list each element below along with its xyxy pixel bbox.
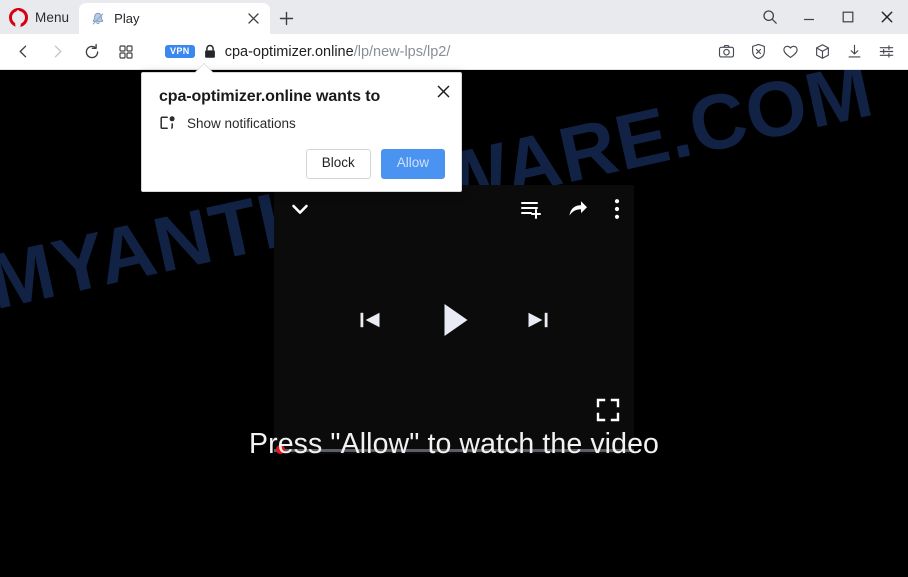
opera-logo-icon (9, 7, 28, 31)
heart-icon[interactable] (774, 37, 806, 67)
browser-window: Menu Play VPN cpa-optimizer.online/lp/ne… (0, 0, 908, 577)
chevron-left-icon (19, 45, 27, 58)
address-path: /lp/new-lps/lp2/ (353, 43, 451, 60)
window-close-icon (881, 11, 892, 23)
play-icon[interactable] (433, 299, 475, 341)
tab-strip-spacer (302, 0, 750, 34)
easy-setup-sliders-icon[interactable] (870, 37, 902, 67)
window-controls (750, 0, 908, 34)
minimize-button[interactable] (789, 0, 828, 34)
adblock-shield-icon[interactable] (742, 37, 774, 67)
toolbar-actions (710, 37, 908, 67)
chevron-down-icon[interactable] (287, 196, 313, 222)
video-player[interactable] (274, 185, 634, 454)
dialog-close-icon[interactable] (434, 82, 452, 100)
search-tabs-button[interactable] (750, 0, 789, 34)
previous-track-icon[interactable] (356, 306, 384, 334)
downloads-icon[interactable] (838, 37, 870, 67)
opera-menu-button[interactable]: Menu (0, 0, 79, 34)
back-button[interactable] (8, 37, 39, 67)
chevron-right-icon (54, 45, 62, 58)
maximize-icon (842, 11, 853, 23)
reload-icon (85, 43, 98, 58)
opera-menu-label: Menu (35, 9, 70, 25)
dialog-actions: Block Allow (159, 149, 445, 180)
vpn-badge[interactable]: VPN (165, 45, 195, 58)
notification-permission-dialog: cpa-optimizer.online wants to Show notif… (141, 62, 462, 193)
address-text: cpa-optimizer.online/lp/new-lps/lp2/ (225, 44, 702, 60)
permission-label: Show notifications (187, 116, 296, 132)
search-icon (762, 10, 777, 24)
tab-close-icon[interactable] (244, 10, 262, 28)
tab-title: Play (114, 11, 140, 26)
tab-strip: Menu Play (0, 0, 908, 34)
crypto-wallet-cube-icon[interactable] (806, 37, 838, 67)
grid-squares-icon (118, 44, 133, 59)
share-arrow-icon[interactable] (567, 198, 589, 220)
player-top-controls (274, 185, 634, 233)
allow-button[interactable]: Allow (380, 149, 445, 180)
player-transport-controls (274, 299, 634, 341)
bell-favicon-icon (90, 11, 106, 27)
browser-tab-play[interactable]: Play (79, 3, 271, 34)
navigation-toolbar: VPN cpa-optimizer.online/lp/new-lps/lp2/ (0, 34, 908, 70)
close-window-button[interactable] (867, 0, 906, 34)
more-vertical-dots-icon[interactable] (614, 198, 620, 220)
reload-button[interactable] (76, 37, 107, 67)
address-bar[interactable]: VPN cpa-optimizer.online/lp/new-lps/lp2/ (157, 38, 702, 66)
new-tab-button[interactable] (270, 3, 302, 34)
add-to-queue-icon[interactable] (520, 198, 542, 220)
plus-icon (279, 11, 293, 26)
maximize-button[interactable] (828, 0, 867, 34)
fullscreen-icon[interactable] (596, 398, 620, 422)
call-to-action-text: Press "Allow" to watch the video (249, 428, 659, 460)
permission-row: Show notifications (159, 115, 445, 132)
minimize-icon (803, 18, 814, 21)
video-player-overlay (274, 185, 634, 454)
snapshot-icon[interactable] (710, 37, 742, 67)
padlock-icon[interactable] (203, 44, 217, 59)
tab-islands-button[interactable] (110, 37, 141, 67)
forward-button[interactable] (42, 37, 73, 67)
show-notifications-icon (159, 115, 176, 132)
dialog-title: cpa-optimizer.online wants to (159, 88, 381, 105)
next-track-icon[interactable] (524, 306, 552, 334)
block-button[interactable]: Block (305, 149, 371, 180)
address-domain: cpa-optimizer.online (224, 43, 354, 60)
